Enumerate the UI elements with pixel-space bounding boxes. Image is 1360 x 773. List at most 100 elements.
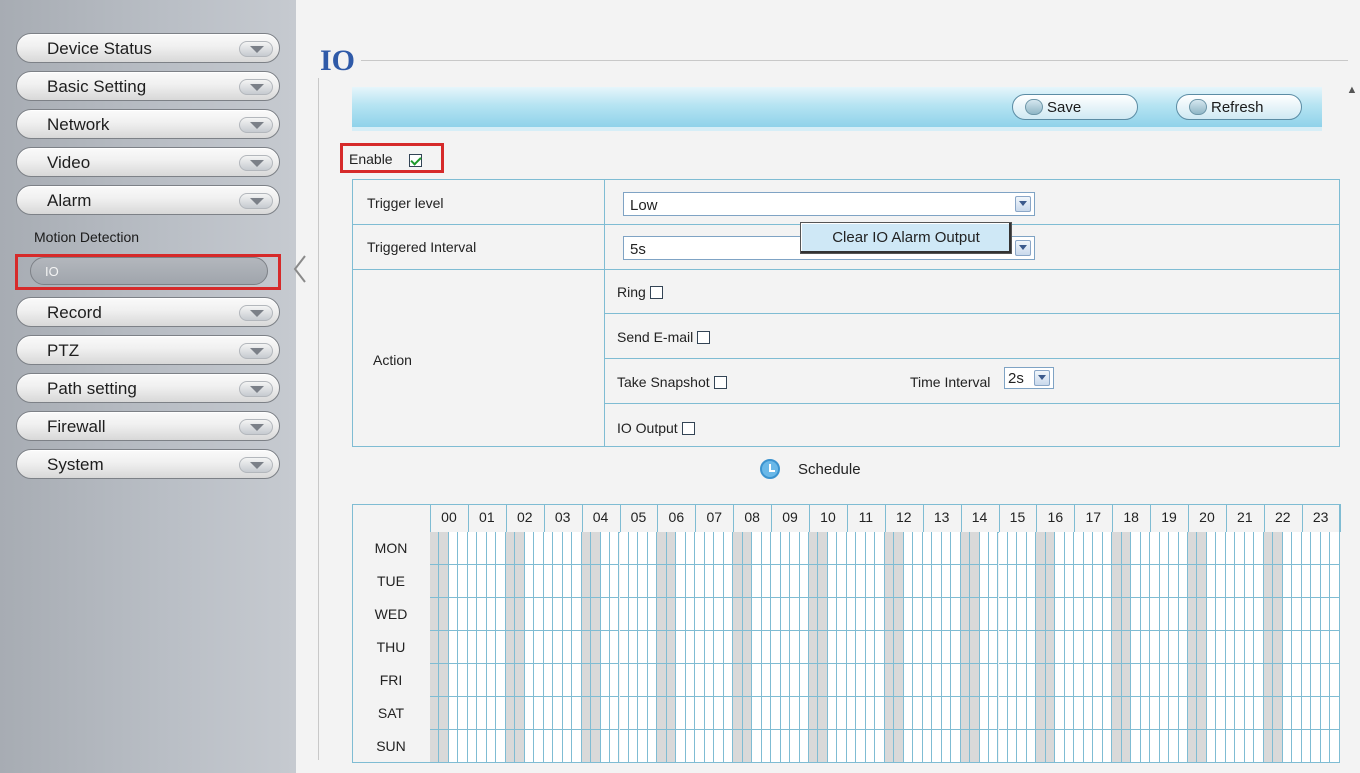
schedule-cell[interactable] [884,664,895,697]
schedule-cell[interactable] [553,565,563,598]
schedule-cell[interactable] [733,532,743,565]
schedule-cell[interactable] [1007,697,1018,730]
schedule-cell[interactable] [1017,631,1027,664]
schedule-cell[interactable] [894,532,904,565]
schedule-cell[interactable] [875,532,885,565]
schedule-cell[interactable] [1235,664,1245,697]
schedule-cell[interactable] [1273,664,1283,697]
schedule-cell[interactable] [1263,697,1274,730]
schedule-cell[interactable] [1026,532,1037,565]
schedule-cell[interactable] [809,631,819,664]
schedule-cell[interactable] [1045,730,1056,763]
schedule-cell[interactable] [676,664,686,697]
schedule-cell[interactable] [1093,598,1103,631]
schedule-cell[interactable] [553,598,563,631]
schedule-cell[interactable] [1074,631,1084,664]
schedule-cell[interactable] [827,532,838,565]
schedule-cell[interactable] [827,631,838,664]
schedule-cell[interactable] [1074,664,1084,697]
schedule-cell[interactable] [922,631,933,664]
schedule-cell[interactable] [714,598,724,631]
schedule-cell[interactable] [1225,697,1236,730]
schedule-cell[interactable] [1282,532,1293,565]
schedule-cell[interactable] [856,532,866,565]
schedule-cell[interactable] [1273,598,1283,631]
schedule-cell[interactable] [486,730,497,763]
schedule-cell[interactable] [913,532,923,565]
schedule-cell[interactable] [647,598,658,631]
schedule-cell[interactable] [1150,532,1160,565]
schedule-cell[interactable] [714,565,724,598]
schedule-cell[interactable] [1026,631,1037,664]
schedule-cell[interactable] [1140,532,1151,565]
schedule-cell[interactable] [837,532,847,565]
schedule-cell[interactable] [894,631,904,664]
schedule-cell[interactable] [1169,532,1179,565]
schedule-cell[interactable] [524,664,535,697]
send-email-checkbox[interactable] [697,331,711,344]
schedule-cell[interactable] [1330,730,1340,763]
schedule-cell[interactable] [1074,565,1084,598]
schedule-cell[interactable] [1159,532,1170,565]
schedule-cell[interactable] [951,532,961,565]
schedule-cell[interactable] [884,697,895,730]
schedule-cell[interactable] [619,598,629,631]
schedule-cell[interactable] [856,565,866,598]
schedule-cell[interactable] [524,697,535,730]
schedule-cell[interactable] [761,730,772,763]
schedule-cell[interactable] [998,565,1008,598]
schedule-cell[interactable] [458,697,468,730]
schedule-cell[interactable] [951,730,961,763]
schedule-cell[interactable] [600,631,611,664]
schedule-cell[interactable] [486,532,497,565]
schedule-cell[interactable] [903,664,914,697]
schedule-cell[interactable] [1254,697,1264,730]
schedule-cell[interactable] [761,532,772,565]
schedule-cell[interactable] [1292,532,1302,565]
schedule-cell[interactable] [809,565,819,598]
schedule-cell[interactable] [1121,598,1132,631]
schedule-cell[interactable] [1330,532,1340,565]
schedule-cell[interactable] [1055,697,1065,730]
schedule-cell[interactable] [1083,565,1094,598]
schedule-cell[interactable] [1159,631,1170,664]
schedule-cell[interactable] [685,664,696,697]
schedule-cell[interactable] [695,730,705,763]
schedule-cell[interactable] [998,697,1008,730]
schedule-cell[interactable] [477,730,487,763]
schedule-cell[interactable] [543,697,554,730]
schedule-cell[interactable] [1254,532,1264,565]
schedule-cell[interactable] [1216,631,1226,664]
schedule-cell[interactable] [922,730,933,763]
schedule-cell[interactable] [1273,631,1283,664]
schedule-cell[interactable] [1055,565,1065,598]
schedule-cell[interactable] [1311,697,1321,730]
schedule-cell[interactable] [837,697,847,730]
schedule-cell[interactable] [846,565,857,598]
schedule-cell[interactable] [496,631,506,664]
schedule-cell[interactable] [979,730,990,763]
schedule-cell[interactable] [1140,631,1151,664]
schedule-cell[interactable] [922,532,933,565]
schedule-cell[interactable] [448,598,459,631]
schedule-cell[interactable] [1007,532,1018,565]
schedule-cell[interactable] [1112,697,1122,730]
schedule-cell[interactable] [970,532,980,565]
schedule-cell[interactable] [894,697,904,730]
schedule-cell[interactable] [430,532,440,565]
schedule-cell[interactable] [989,730,999,763]
schedule-cell[interactable] [496,697,506,730]
schedule-cell[interactable] [467,598,478,631]
schedule-cell[interactable] [1036,598,1046,631]
take-snapshot-checkbox[interactable] [713,376,727,389]
schedule-cell[interactable] [799,664,809,697]
schedule-cell[interactable] [903,631,914,664]
schedule-cell[interactable] [742,697,753,730]
schedule-cell[interactable] [1244,565,1255,598]
schedule-cell[interactable] [733,631,743,664]
schedule-cell[interactable] [752,565,762,598]
schedule-cell[interactable] [1150,730,1160,763]
schedule-cell[interactable] [1197,532,1207,565]
schedule-cell[interactable] [1225,631,1236,664]
schedule-cell[interactable] [1292,598,1302,631]
